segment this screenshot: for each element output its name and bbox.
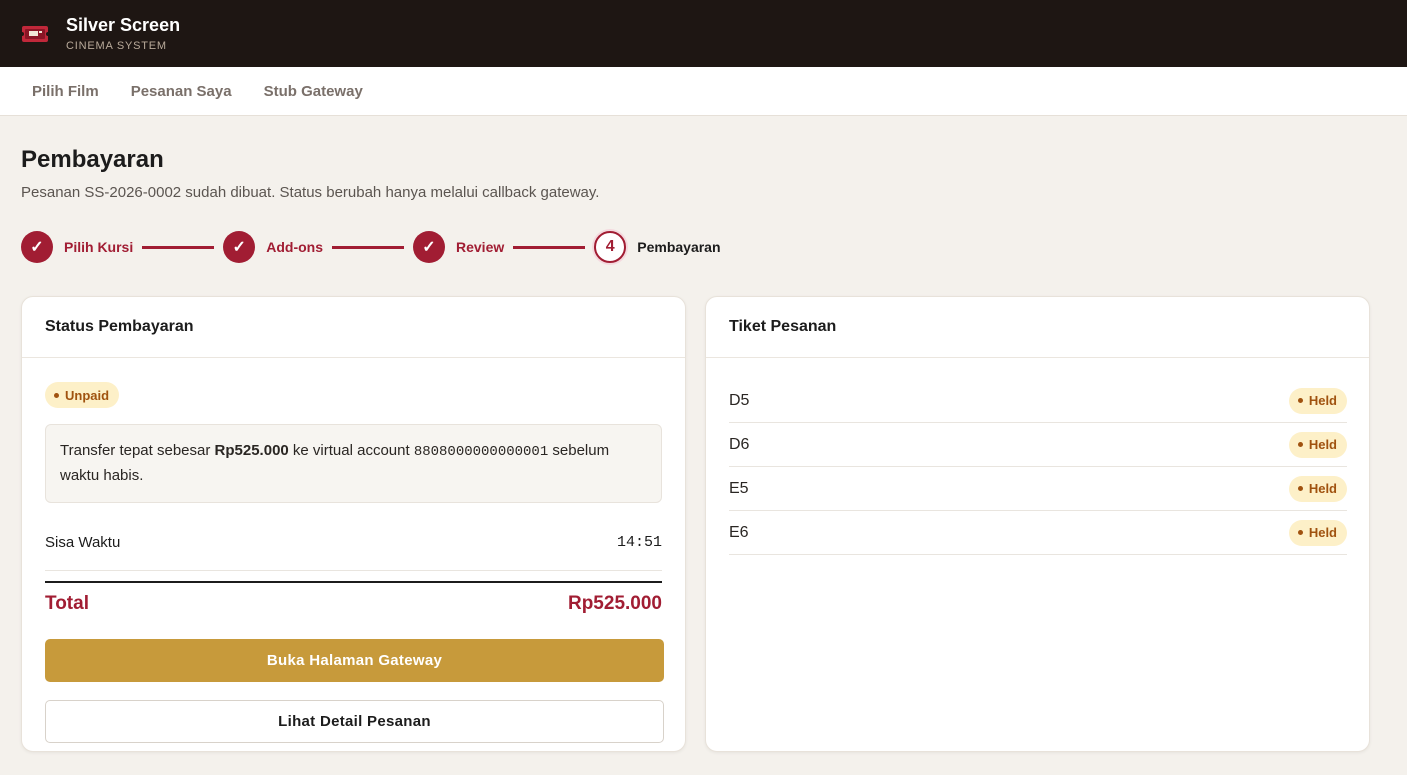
step-number: 4 [594,231,627,263]
step-check-icon: ✓ [413,231,445,263]
total-value: Rp525.000 [567,593,662,614]
step-label: Pembayaran [637,239,721,255]
page-title: Pembayaran [21,146,164,173]
step-label: Add-ons [266,239,323,255]
seat-label: E6 [729,523,749,541]
step-add-ons: ✓ Add-ons [223,231,323,263]
nav-item-stub-gateway[interactable]: Stub Gateway [264,83,363,100]
nav-item-pesanan-saya[interactable]: Pesanan Saya [131,83,232,100]
app-subtitle: CINEMA SYSTEM [66,40,167,52]
step-label: Review [456,239,505,255]
seat-label: E5 [729,479,749,497]
step-pilih-kursi: ✓ Pilih Kursi [21,231,133,263]
step-review: ✓ Review [413,231,504,263]
open-gateway-button[interactable]: Buka Halaman Gateway [45,639,664,682]
list-item: D5 Held [729,379,1347,423]
instruction-amount: Rp525.000 [214,442,289,459]
step-connector [142,245,215,249]
status-badge-label: Held [1308,481,1337,496]
dot-icon [1297,486,1303,491]
payment-instruction: Transfer tepat sebesar Rp525.000 ke virt… [45,424,662,503]
order-tickets-card: Tiket Pesanan D5 Held D6 Held E5 Held E6… [705,296,1370,752]
status-badge-label: Held [1308,437,1337,452]
time-left-label: Sisa Waktu [45,534,121,551]
status-badge: Unpaid [45,382,120,408]
step-label: Pilih Kursi [64,239,134,255]
seat-label: D6 [729,435,750,453]
step-connector [513,245,586,249]
instruction-text: Transfer tepat sebesar [60,442,215,459]
status-badge: Held [1288,475,1347,502]
step-pembayaran: 4 Pembayaran [594,231,721,263]
status-badge-label: Unpaid [65,387,110,403]
app-title: Silver Screen [66,15,181,35]
payment-status-card: Status Pembayaran Unpaid Transfer tepat … [21,296,686,752]
seat-label: D5 [729,391,750,409]
cards-row: Status Pembayaran Unpaid Transfer tepat … [21,296,1386,752]
step-check-icon: ✓ [223,231,256,263]
step-check-icon: ✓ [21,231,53,263]
view-order-detail-button[interactable]: Lihat Detail Pesanan [45,700,664,743]
card-title: Tiket Pesanan [706,297,1369,358]
list-item: D6 Held [729,423,1347,467]
dot-icon [1297,530,1303,535]
instruction-text: ke virtual account [288,442,414,459]
dot-icon [1297,398,1303,403]
total-label: Total [45,593,89,614]
brand: Silver Screen CINEMA SYSTEM [66,15,180,52]
status-badge: Held [1288,519,1347,546]
countdown-timer: 14:51 [616,534,662,551]
app-header: Silver Screen CINEMA SYSTEM [0,0,1407,67]
nav-item-pilih-film[interactable]: Pilih Film [32,83,99,100]
total-row: Total Rp525.000 [45,581,662,625]
virtual-account-number: 8808000000000001 [413,444,549,460]
page-content: Pembayaran Pesanan SS-2026-0002 sudah di… [0,146,1407,752]
ticket-icon [20,24,50,44]
time-left-row: Sisa Waktu 14:51 [45,515,662,571]
ticket-list: D5 Held D6 Held E5 Held E6 Held [706,358,1369,555]
status-badge: Held [1288,387,1347,414]
status-badge: Held [1288,431,1347,458]
step-connector [332,245,404,249]
page-subtitle: Pesanan SS-2026-0002 sudah dibuat. Statu… [21,184,600,201]
list-item: E6 Held [729,511,1347,555]
status-badge-label: Held [1308,393,1337,408]
checkout-stepper: ✓ Pilih Kursi ✓ Add-ons ✓ Review 4 Pemba… [21,231,1386,263]
status-badge-label: Held [1308,525,1337,540]
card-title: Status Pembayaran [22,297,685,358]
main-nav: Pilih Film Pesanan Saya Stub Gateway [0,67,1407,116]
list-item: E5 Held [729,467,1347,511]
dot-icon [1297,442,1303,447]
dot-icon [54,392,59,398]
